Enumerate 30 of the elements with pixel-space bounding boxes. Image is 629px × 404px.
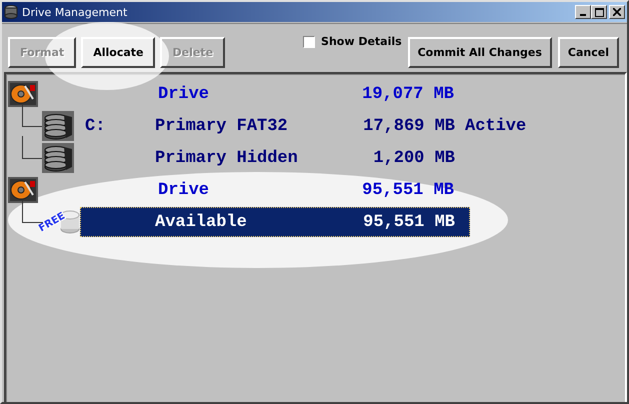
close-button[interactable] bbox=[609, 5, 625, 19]
close-icon bbox=[613, 8, 621, 16]
drive-size: 95,551 MB bbox=[361, 180, 454, 200]
maximize-icon bbox=[594, 8, 604, 16]
disk-stack-icon bbox=[42, 143, 74, 173]
partition-size: 17,869 MB bbox=[362, 116, 455, 136]
maximize-button[interactable] bbox=[591, 5, 607, 19]
toolbar-button[interactable]: Allocate bbox=[81, 37, 156, 68]
partition-size: 95,551 MB bbox=[362, 212, 455, 232]
drive-size: 19,077 MB bbox=[361, 84, 454, 104]
partition-type: Primary Hidden bbox=[155, 148, 299, 168]
partition-type: Available bbox=[155, 212, 248, 232]
partition-type: Primary FAT32 bbox=[155, 116, 289, 136]
action-button[interactable]: Cancel bbox=[558, 37, 619, 68]
disk-stack-icon bbox=[4, 5, 18, 19]
show-details-checkbox[interactable]: Show Details bbox=[303, 35, 402, 48]
partition-row[interactable]: Available 95,551 MB bbox=[80, 207, 470, 237]
drive-label: Drive bbox=[158, 180, 210, 200]
drive-label: Drive bbox=[158, 84, 210, 104]
hard-drive-icon bbox=[8, 177, 38, 203]
partition-row[interactable]: C: Primary FAT32 17,869 MB Active bbox=[80, 111, 542, 141]
drive-letter: C: bbox=[84, 116, 106, 136]
hard-drive-icon bbox=[8, 81, 38, 107]
action-button[interactable]: Commit All Changes bbox=[408, 37, 552, 68]
minimize-button[interactable] bbox=[575, 5, 591, 19]
partition-status: Active bbox=[465, 116, 526, 136]
partition-row[interactable]: Primary Hidden 1,200 MB bbox=[80, 143, 470, 173]
disk-stack-icon bbox=[42, 111, 74, 141]
window-title: Drive Management bbox=[22, 6, 128, 18]
partition-size: 1,200 MB bbox=[372, 148, 455, 168]
